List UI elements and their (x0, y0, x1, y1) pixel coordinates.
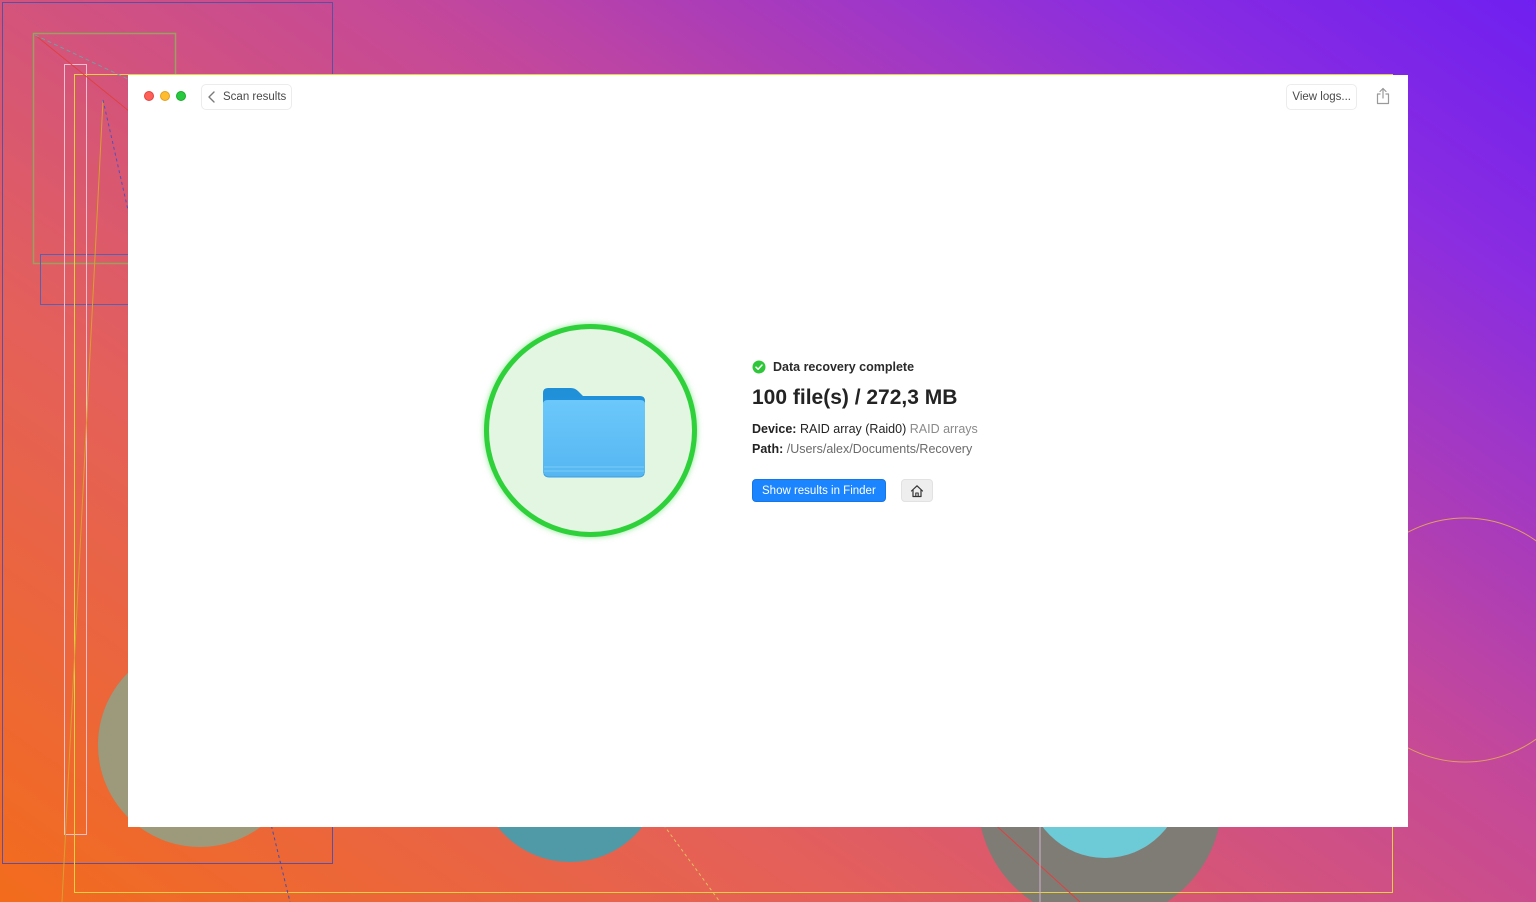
desktop-background: Scan results View logs... Data recovery … (0, 0, 1536, 902)
status-text: Data recovery complete (773, 360, 915, 374)
device-label: Device: (752, 422, 797, 436)
check-circle-icon (752, 360, 766, 374)
home-button[interactable] (900, 479, 933, 502)
recovery-info-panel: Data recovery complete 100 file(s) / 272… (752, 357, 1112, 502)
device-row: Device: RAID array (Raid0) RAID arrays (752, 419, 1112, 439)
device-value: RAID array (Raid0) (799, 422, 907, 436)
path-row: Path: /Users/alex/Documents/Recovery (752, 439, 1112, 459)
close-window-button[interactable] (144, 91, 154, 101)
share-icon[interactable] (1375, 87, 1391, 105)
result-actions: Show results in Finder (752, 479, 1112, 502)
window-titlebar: Scan results View logs... (128, 75, 1408, 117)
path-label: Path: (752, 442, 784, 456)
status-row: Data recovery complete (752, 357, 1112, 377)
home-icon (910, 484, 923, 497)
show-results-in-finder-button[interactable]: Show results in Finder (752, 479, 886, 502)
maximize-window-button[interactable] (176, 91, 186, 101)
recovery-complete-illustration (484, 324, 697, 537)
back-to-scan-results-button[interactable]: Scan results (201, 84, 293, 110)
back-button-label: Scan results (223, 91, 287, 103)
view-logs-button[interactable]: View logs... (1286, 84, 1357, 110)
chevron-left-icon (208, 91, 215, 103)
path-value: /Users/alex/Documents/Recovery (786, 442, 973, 456)
folder-icon (543, 388, 645, 478)
recovered-summary: 100 file(s) / 272,3 MB (752, 386, 958, 409)
app-window: Scan results View logs... Data recovery … (128, 75, 1408, 827)
minimize-window-button[interactable] (160, 91, 170, 101)
device-type: RAID arrays (909, 422, 978, 436)
